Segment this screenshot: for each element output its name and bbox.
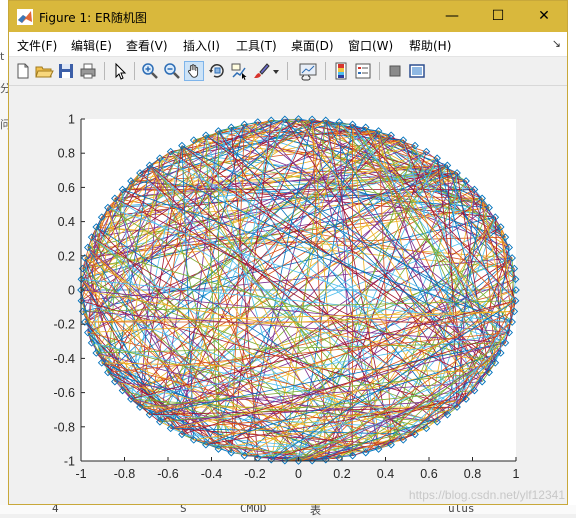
- save-icon[interactable]: [56, 61, 76, 81]
- toolbar-separator: [104, 62, 105, 80]
- x-tick-label: -0.2: [244, 467, 266, 481]
- y-tick-label: 1: [68, 113, 75, 127]
- insert-legend-icon[interactable]: [353, 61, 373, 81]
- y-tick-label: 0.2: [58, 249, 75, 263]
- menu-insert[interactable]: 插入(I): [183, 37, 220, 54]
- menu-tools[interactable]: 工具(T): [236, 37, 277, 54]
- y-tick-label: 0.4: [58, 215, 75, 229]
- brush-icon[interactable]: [251, 61, 271, 81]
- watermark-text: https://blog.csdn.net/ylf12341: [409, 488, 565, 502]
- toolbar-separator: [325, 62, 326, 80]
- x-tick-label: 0.6: [420, 467, 437, 481]
- hide-plot-tools-icon[interactable]: [385, 61, 405, 81]
- pointer-icon[interactable]: [110, 61, 130, 81]
- zoom-out-icon[interactable]: [162, 61, 182, 81]
- zoom-in-icon[interactable]: [140, 61, 160, 81]
- x-tick-label: 0.8: [464, 467, 481, 481]
- data-cursor-icon[interactable]: [229, 61, 249, 81]
- menu-edit[interactable]: 编辑(E): [71, 37, 112, 54]
- title-bar[interactable]: Figure 1: ER随机图 — ☐ ✕: [9, 1, 567, 32]
- menu-bar: 文件(F) 编辑(E) 查看(V) 插入(I) 工具(T) 桌面(D) 窗口(W…: [9, 32, 567, 57]
- x-tick-label: 0.2: [333, 467, 350, 481]
- rotate-3d-icon[interactable]: [207, 61, 227, 81]
- figure-toolbar: [9, 57, 567, 86]
- new-figure-icon[interactable]: [13, 61, 33, 81]
- matlab-logo-icon: [17, 9, 33, 25]
- background-bottom-strip: 4 S CMOD 表 ulus: [0, 502, 576, 517]
- y-tick-label: 0: [68, 284, 75, 298]
- x-tick-label: -0.8: [114, 467, 136, 481]
- x-tick-label: -0.6: [157, 467, 179, 481]
- x-tick-label: 0: [295, 467, 302, 481]
- menu-view[interactable]: 查看(V): [126, 37, 168, 54]
- x-tick-label: 1: [513, 467, 520, 481]
- pan-hand-icon[interactable]: [184, 61, 204, 81]
- maximize-button[interactable]: ☐: [475, 1, 521, 32]
- y-tick-label: 0.8: [58, 147, 75, 161]
- x-tick-label: -1: [75, 467, 86, 481]
- menu-window[interactable]: 窗口(W): [348, 37, 393, 54]
- show-plot-tools-icon[interactable]: [407, 61, 427, 81]
- close-button[interactable]: ✕: [521, 1, 567, 32]
- toolbar-separator: [379, 62, 380, 80]
- y-tick-label: -0.2: [53, 318, 75, 332]
- y-tick-label: -0.8: [53, 420, 75, 434]
- x-tick-label: -0.4: [201, 467, 223, 481]
- open-file-icon[interactable]: [34, 61, 54, 81]
- menu-overflow-icon[interactable]: ↘: [552, 37, 561, 50]
- link-plot-icon[interactable]: [298, 61, 318, 81]
- toolbar-separator: [287, 62, 288, 80]
- minimize-button[interactable]: —: [429, 1, 475, 32]
- y-tick-label: -1: [64, 455, 75, 469]
- figure-canvas: -1 -0.8 -0.6 -0.4 -0.2 0 0.2 0.4 0.6 0.8 1 1 0.8 0.6…: [9, 86, 567, 504]
- y-tick-label: -0.4: [53, 352, 75, 366]
- er-random-graph-plot[interactable]: -1 -0.8 -0.6 -0.4 -0.2 0 0.2 0.4 0.6 0.8 1 1 0.8 0.6…: [9, 86, 567, 504]
- brush-dropdown-icon[interactable]: [271, 61, 281, 81]
- window-title: Figure 1: ER随机图: [39, 11, 147, 25]
- bg-text-1: t: [0, 50, 5, 63]
- print-icon[interactable]: [78, 61, 98, 81]
- y-tick-label: 0.6: [58, 181, 75, 195]
- menu-file[interactable]: 文件(F): [17, 37, 57, 54]
- y-tick-label: -0.6: [53, 386, 75, 400]
- x-tick-label: 0.4: [377, 467, 394, 481]
- y-axis-ticks: 1 0.8 0.6 0.4 0.2 0 -0.2 -0.4 -0.6 -0.8 -1: [53, 113, 85, 469]
- figure-window: Figure 1: ER随机图 — ☐ ✕ 文件(F) 编辑(E) 查看(V) …: [8, 0, 568, 505]
- menu-help[interactable]: 帮助(H): [409, 37, 451, 54]
- menu-desktop[interactable]: 桌面(D): [291, 37, 334, 54]
- toolbar-separator: [134, 62, 135, 80]
- insert-colorbar-icon[interactable]: [331, 61, 351, 81]
